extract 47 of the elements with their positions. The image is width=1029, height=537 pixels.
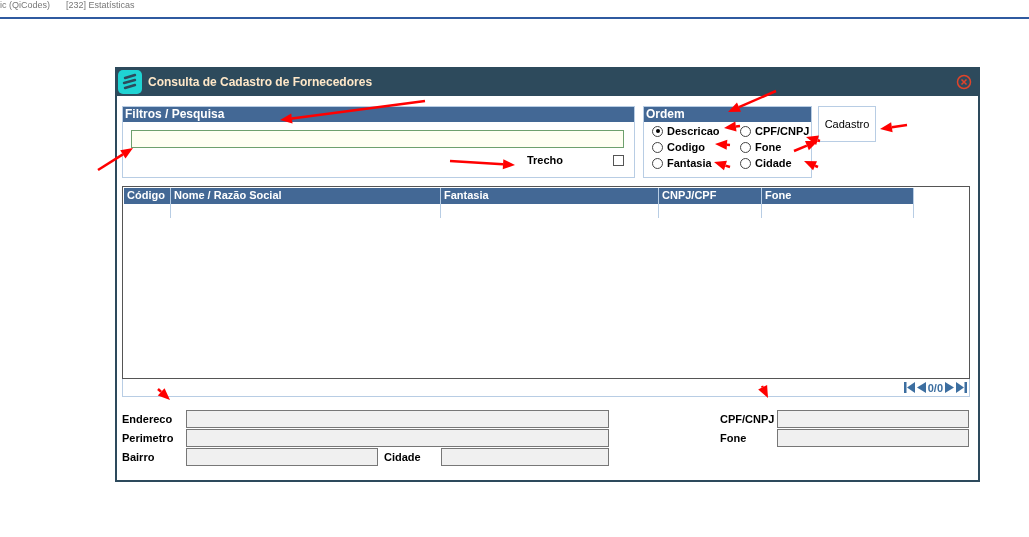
annotation-arrow xyxy=(804,161,819,171)
annotation-arrow xyxy=(715,139,731,150)
annotation-arrow xyxy=(97,148,133,172)
first-page-icon[interactable] xyxy=(903,382,915,393)
checkbox[interactable] xyxy=(613,154,624,166)
page-count: 0/0 xyxy=(927,381,943,394)
input-field[interactable] xyxy=(777,429,969,447)
field-label: Fone xyxy=(720,432,748,444)
field-label: CPF/CNPJ xyxy=(720,413,776,425)
column-header[interactable]: Nome / Razão Social xyxy=(171,188,441,204)
annotation-arrow xyxy=(758,385,768,398)
next-icon[interactable] xyxy=(944,382,955,393)
panel-header: Filtros / Pesquisa xyxy=(123,107,634,122)
column-header[interactable]: Código xyxy=(124,188,171,204)
input-field[interactable] xyxy=(186,410,609,428)
column-header[interactable]: CNPJ/CPF xyxy=(659,188,762,204)
radio-label: Fone xyxy=(755,141,782,153)
radio-label: Descricao xyxy=(667,125,720,137)
radio-label: Codigo xyxy=(667,141,705,153)
field-label: Endereco xyxy=(122,413,174,425)
radio-label: CPF/CNPJ xyxy=(755,125,810,137)
annotation-arrow xyxy=(728,89,777,112)
annotation-arrow xyxy=(157,388,170,400)
tab-label[interactable]: [232] Estatísticas xyxy=(66,0,135,10)
annotation-arrow xyxy=(449,159,515,170)
input-field[interactable] xyxy=(186,448,378,466)
column-header[interactable]: Fone xyxy=(762,188,914,204)
annotation-arrow xyxy=(724,121,741,132)
tab-label[interactable]: ic (QiCodes) xyxy=(0,0,50,10)
cadastro-button[interactable]: Cadastro xyxy=(818,106,876,142)
search-field[interactable] xyxy=(131,130,624,148)
annotation-arrow xyxy=(714,160,731,171)
input-field[interactable] xyxy=(441,448,609,466)
window-title: Consulta de Cadastro de Fornecedores xyxy=(148,74,374,89)
input-field[interactable] xyxy=(777,410,969,428)
field-label: Bairro xyxy=(122,451,156,463)
checkbox-label: Trecho xyxy=(526,154,563,166)
column-header[interactable]: Fantasia xyxy=(441,188,659,204)
input-field[interactable] xyxy=(186,429,609,447)
radio-label: Cidade xyxy=(755,157,792,169)
panel-header: Ordem xyxy=(644,107,811,122)
last-page-icon[interactable] xyxy=(956,382,967,393)
previous-icon[interactable] xyxy=(915,382,927,393)
field-label: Cidade xyxy=(384,451,422,463)
annotation-arrow xyxy=(880,122,908,133)
radio-label: Fantasia xyxy=(667,157,712,169)
field-label: Perimetro xyxy=(122,432,175,444)
